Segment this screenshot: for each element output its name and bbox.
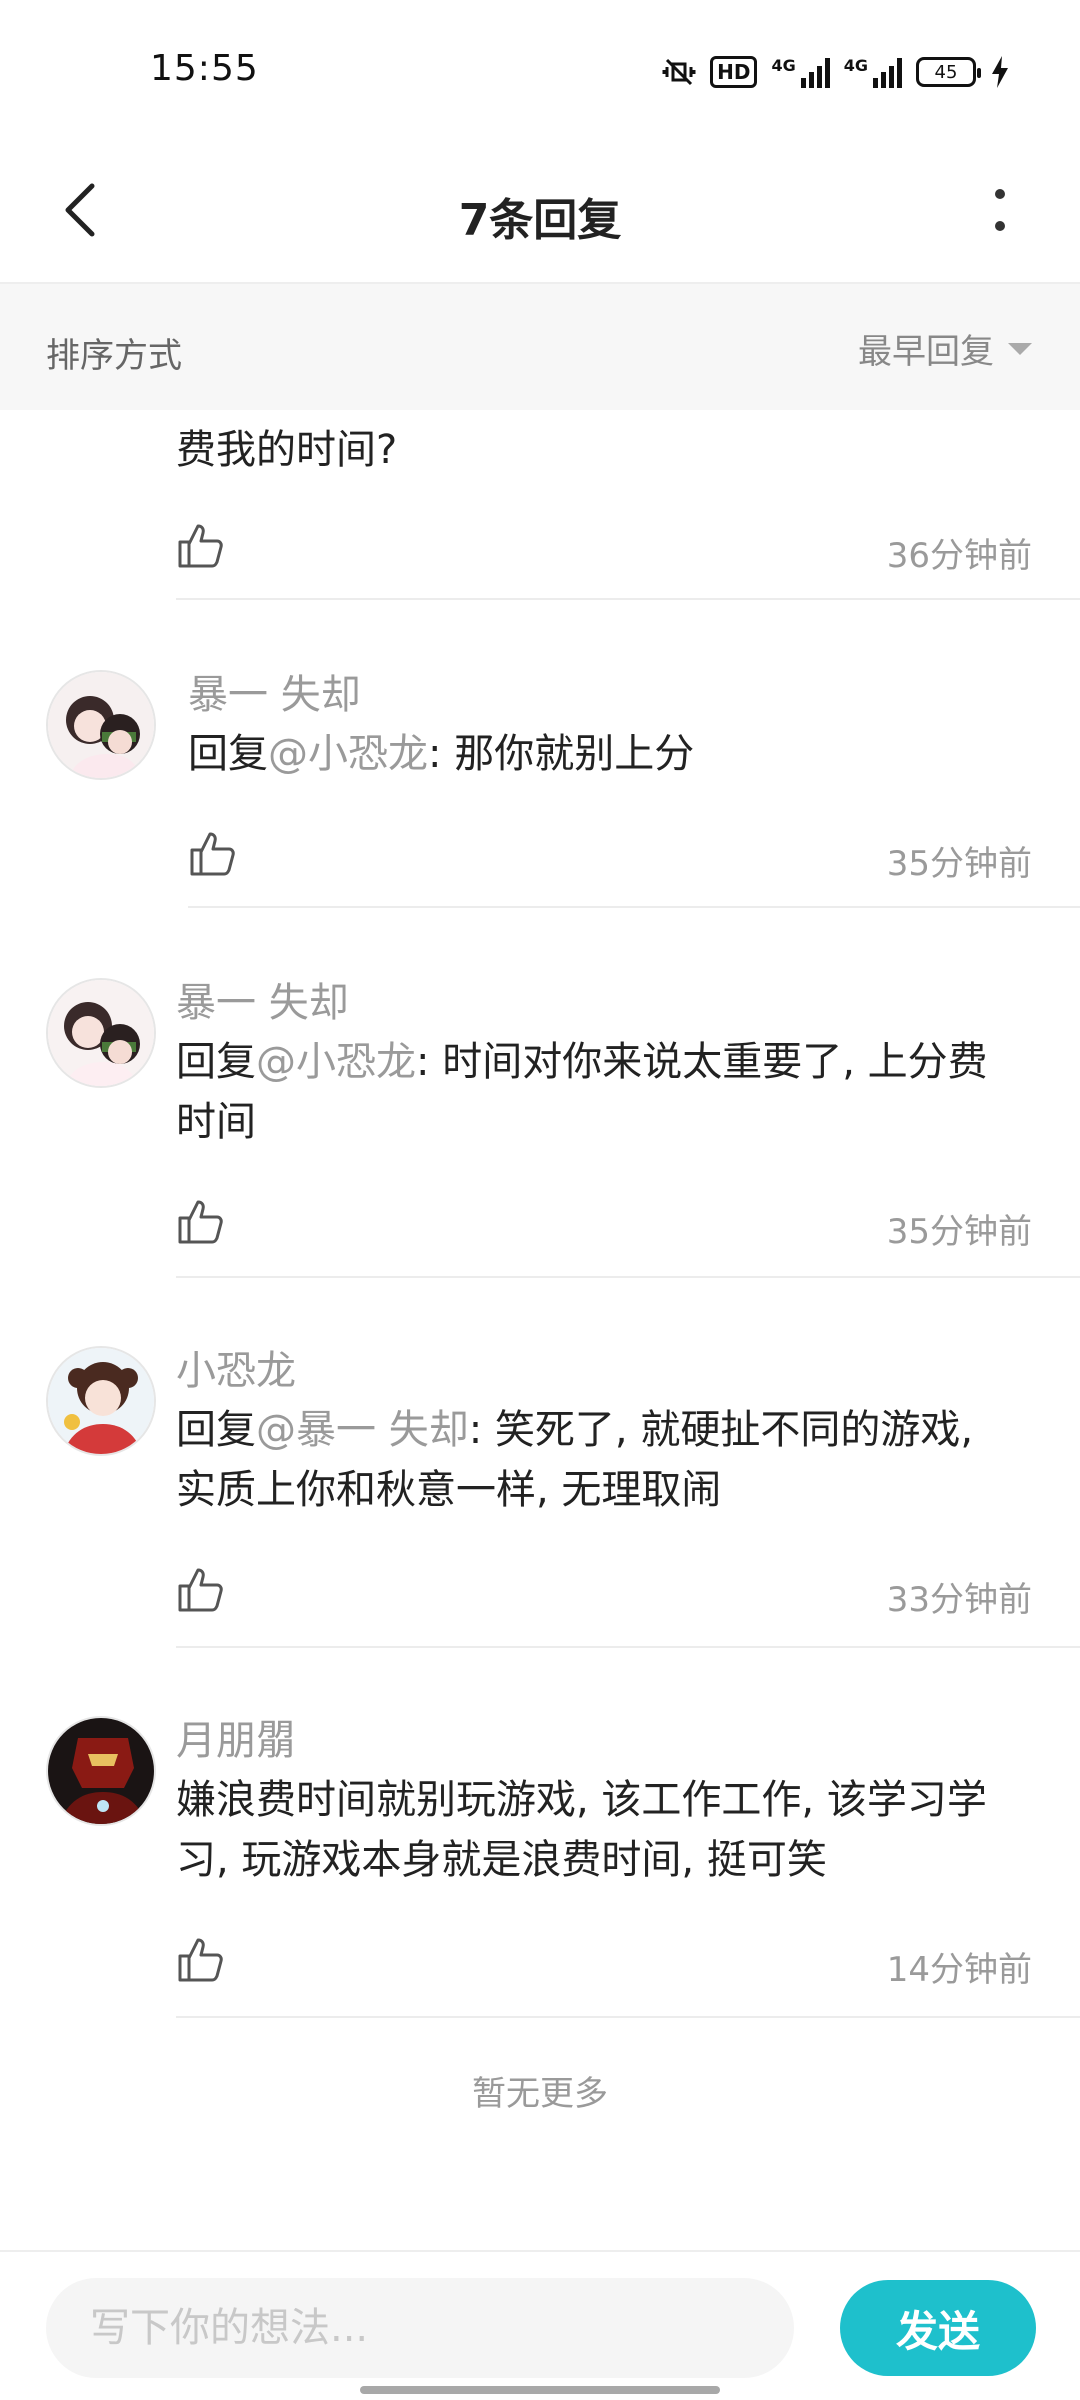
send-button[interactable]: 发送 xyxy=(840,2280,1036,2376)
avatar[interactable] xyxy=(46,670,156,780)
like-icon[interactable] xyxy=(176,520,226,570)
reply-content: 回复@小恐龙: 那你就别上分 xyxy=(188,724,1028,784)
avatar[interactable] xyxy=(46,978,156,1088)
reply-divider xyxy=(188,906,1080,908)
reply-content: 回复@暴一 失却: 笑死了, 就硬扯不同的游戏, 实质上你和秋意一样, 无理取闹 xyxy=(176,1400,1016,1520)
page-title: 7条回复 xyxy=(458,195,622,246)
like-icon[interactable] xyxy=(176,1934,226,1984)
sort-bar: 排序方式 最早回复 xyxy=(0,284,1080,410)
reply-prefix: 回复 xyxy=(176,1407,256,1453)
avatar[interactable] xyxy=(46,1346,156,1456)
home-indicator[interactable] xyxy=(360,2386,720,2394)
reply-username[interactable]: 月朋朤 xyxy=(176,1708,296,1766)
reply-username[interactable]: 暴一 失却 xyxy=(176,970,349,1028)
comment-input[interactable] xyxy=(46,2278,794,2378)
dropdown-triangle-icon xyxy=(1008,342,1032,355)
reply-time: 35分钟前 xyxy=(886,1212,1032,1252)
avatar[interactable] xyxy=(46,1716,156,1826)
no-more-label: 暂无更多 xyxy=(472,2074,608,2114)
more-vertical-icon xyxy=(995,189,1005,231)
like-icon[interactable] xyxy=(176,1564,226,1614)
status-bar: 15:55 HD 4G 4G 45 xyxy=(0,0,1080,140)
reply-divider xyxy=(176,2016,1080,2018)
battery-icon: 45 xyxy=(916,57,981,87)
reply-time: 14分钟前 xyxy=(886,1950,1032,1990)
sort-label: 排序方式 xyxy=(46,336,182,376)
reply-content: 嫌浪费时间就别玩游戏, 该工作工作, 该学习学习, 玩游戏本身就是浪费时间, 挺… xyxy=(176,1777,987,1883)
reply-prefix: 回复 xyxy=(176,1039,256,1085)
reply-prefix: 回复 xyxy=(188,731,268,777)
mention-link[interactable]: @暴一 失却 xyxy=(256,1407,469,1453)
like-icon[interactable] xyxy=(188,828,238,878)
status-icons: HD 4G 4G 45 xyxy=(662,52,1010,92)
reply-text: : 那你就别上分 xyxy=(428,731,695,777)
reply-item: 月朋朤 嫌浪费时间就别玩游戏, 该工作工作, 该学习学习, 玩游戏本身就是浪费时… xyxy=(0,1648,1080,2018)
reply-username[interactable]: 暴一 失却 xyxy=(188,662,361,720)
header: 7条回复 xyxy=(0,140,1080,284)
mention-link[interactable]: @小恐龙 xyxy=(256,1039,416,1085)
reply-item: 小恐龙 回复@暴一 失却: 笑死了, 就硬扯不同的游戏, 实质上你和秋意一样, … xyxy=(0,1278,1080,1648)
hd-voice-icon: HD xyxy=(710,56,758,88)
signal-icon-2: 4G xyxy=(844,56,902,88)
charging-bolt-icon xyxy=(990,55,1010,89)
status-time: 15:55 xyxy=(150,48,259,89)
sort-selected-value: 最早回复 xyxy=(858,332,994,372)
mute-vibrate-icon xyxy=(662,55,696,89)
network-type-label: 4G xyxy=(771,56,796,75)
reply-content-partial: 费我的时间? xyxy=(176,427,398,473)
reply-time: 35分钟前 xyxy=(886,844,1032,884)
reply-item: 暴一 失却 回复@小恐龙: 时间对你来说太重要了, 上分费时间 35分钟前 xyxy=(0,910,1080,1278)
composer-bar: 发送 xyxy=(0,2250,1080,2400)
signal-icon-1: 4G xyxy=(771,56,830,88)
reply-item: 暴一 失却 回复@小恐龙: 那你就别上分 35分钟前 xyxy=(0,600,1080,910)
reply-list[interactable]: 费我的时间? 36分钟前 暴一 失却 回复@小恐龙: 那你就别上分 35分钟前 … xyxy=(0,410,1080,2250)
network-type-label: 4G xyxy=(843,56,868,75)
sort-dropdown[interactable]: 最早回复 xyxy=(858,324,1032,373)
reply-time: 33分钟前 xyxy=(886,1580,1032,1620)
reply-time: 36分钟前 xyxy=(886,536,1032,576)
reply-username[interactable]: 小恐龙 xyxy=(176,1338,296,1396)
more-options-button[interactable] xyxy=(960,170,1040,250)
reply-item: 费我的时间? 36分钟前 xyxy=(0,410,1080,600)
reply-content: 回复@小恐龙: 时间对你来说太重要了, 上分费时间 xyxy=(176,1032,1016,1152)
mention-link[interactable]: @小恐龙 xyxy=(268,731,428,777)
like-icon[interactable] xyxy=(176,1196,226,1246)
